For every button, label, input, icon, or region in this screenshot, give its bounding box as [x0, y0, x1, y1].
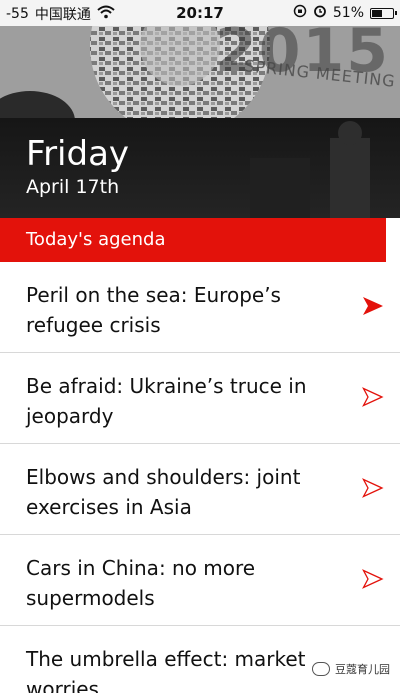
wechat-icon	[312, 662, 330, 676]
hero-date: April 17th	[26, 176, 120, 198]
article-title: Cars in China: no more supermodels	[26, 556, 256, 610]
status-right: 51%	[293, 4, 397, 22]
hero-day: Friday	[26, 134, 130, 174]
article-title: The umbrella effect: market worries	[26, 647, 306, 693]
hero-banner: 2015 SPRING MEETING Friday April 17th	[0, 26, 400, 218]
article-title: Elbows and shoulders: joint exercises in…	[26, 465, 301, 519]
status-bar: -55 中国联通 20:17 51%	[0, 0, 400, 26]
article-list: Peril on the sea: Europe’s refugee crisi…	[0, 262, 400, 693]
arrow-right-outline-icon[interactable]	[362, 387, 384, 407]
battery-percent: 51%	[332, 5, 364, 21]
app-screen: -55 中国联通 20:17 51% 2015 SPRING MEETING F…	[0, 0, 400, 693]
arrow-right-filled-icon[interactable]	[362, 296, 384, 316]
article-title: Peril on the sea: Europe’s refugee crisi…	[26, 283, 281, 337]
battery-icon	[370, 7, 397, 19]
watermark: 豆蔻育儿园	[308, 659, 394, 679]
list-item[interactable]: Be afraid: Ukraine’s truce in jeopardy	[0, 353, 400, 444]
list-item[interactable]: Elbows and shoulders: joint exercises in…	[0, 444, 400, 535]
list-item[interactable]: Peril on the sea: Europe’s refugee crisi…	[0, 262, 400, 353]
arrow-right-outline-icon[interactable]	[362, 478, 384, 498]
battery-fill	[372, 9, 382, 17]
alarm-icon	[313, 4, 327, 22]
list-item[interactable]: Cars in China: no more supermodels	[0, 535, 400, 626]
arrow-right-outline-icon[interactable]	[362, 569, 384, 589]
watermark-text: 豆蔻育儿园	[335, 663, 390, 676]
rotation-lock-icon	[293, 4, 307, 22]
article-title: Be afraid: Ukraine’s truce in jeopardy	[26, 374, 307, 428]
section-header-todays-agenda: Today's agenda	[0, 218, 386, 262]
hero-photo: 2015 SPRING MEETING	[0, 26, 400, 121]
